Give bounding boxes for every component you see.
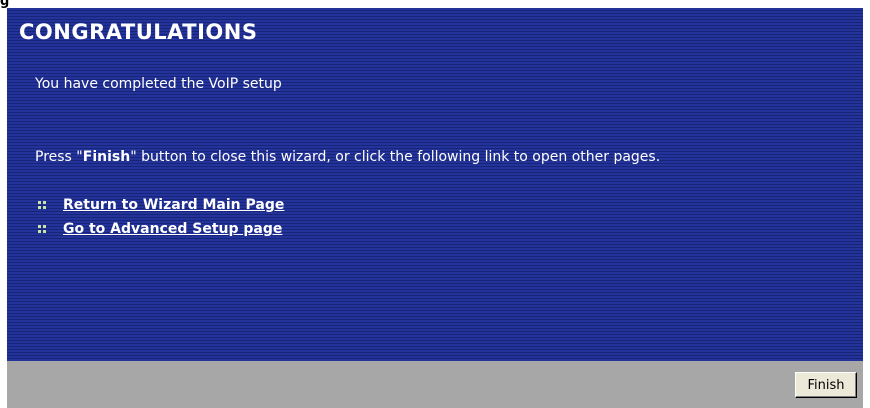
wizard-panel: CONGRATULATIONS You have completed the V…	[7, 8, 863, 361]
grid-bullet-icon	[36, 223, 50, 235]
grid-bullet-icon	[36, 199, 50, 211]
finish-button[interactable]: Finish	[795, 372, 857, 398]
header-fragment: g	[0, 0, 10, 8]
completion-message: You have completed the VoIP setup	[35, 76, 282, 92]
footer-bar: Finish	[7, 361, 863, 408]
advanced-setup-link[interactable]: Go to Advanced Setup page	[63, 221, 282, 237]
instruction-prefix: Press "	[35, 149, 83, 165]
return-to-wizard-main-link[interactable]: Return to Wizard Main Page	[63, 197, 284, 213]
instruction-finish-word: Finish	[82, 149, 131, 165]
link-row-wizard-main: Return to Wizard Main Page	[36, 197, 284, 213]
top-strip: g	[0, 0, 870, 8]
instruction-suffix: " button to close this wizard, or click …	[130, 149, 661, 165]
link-row-advanced-setup: Go to Advanced Setup page	[36, 221, 282, 237]
page-title: CONGRATULATIONS	[19, 20, 258, 44]
instruction-text: Press "Finish" button to close this wiza…	[35, 149, 660, 165]
